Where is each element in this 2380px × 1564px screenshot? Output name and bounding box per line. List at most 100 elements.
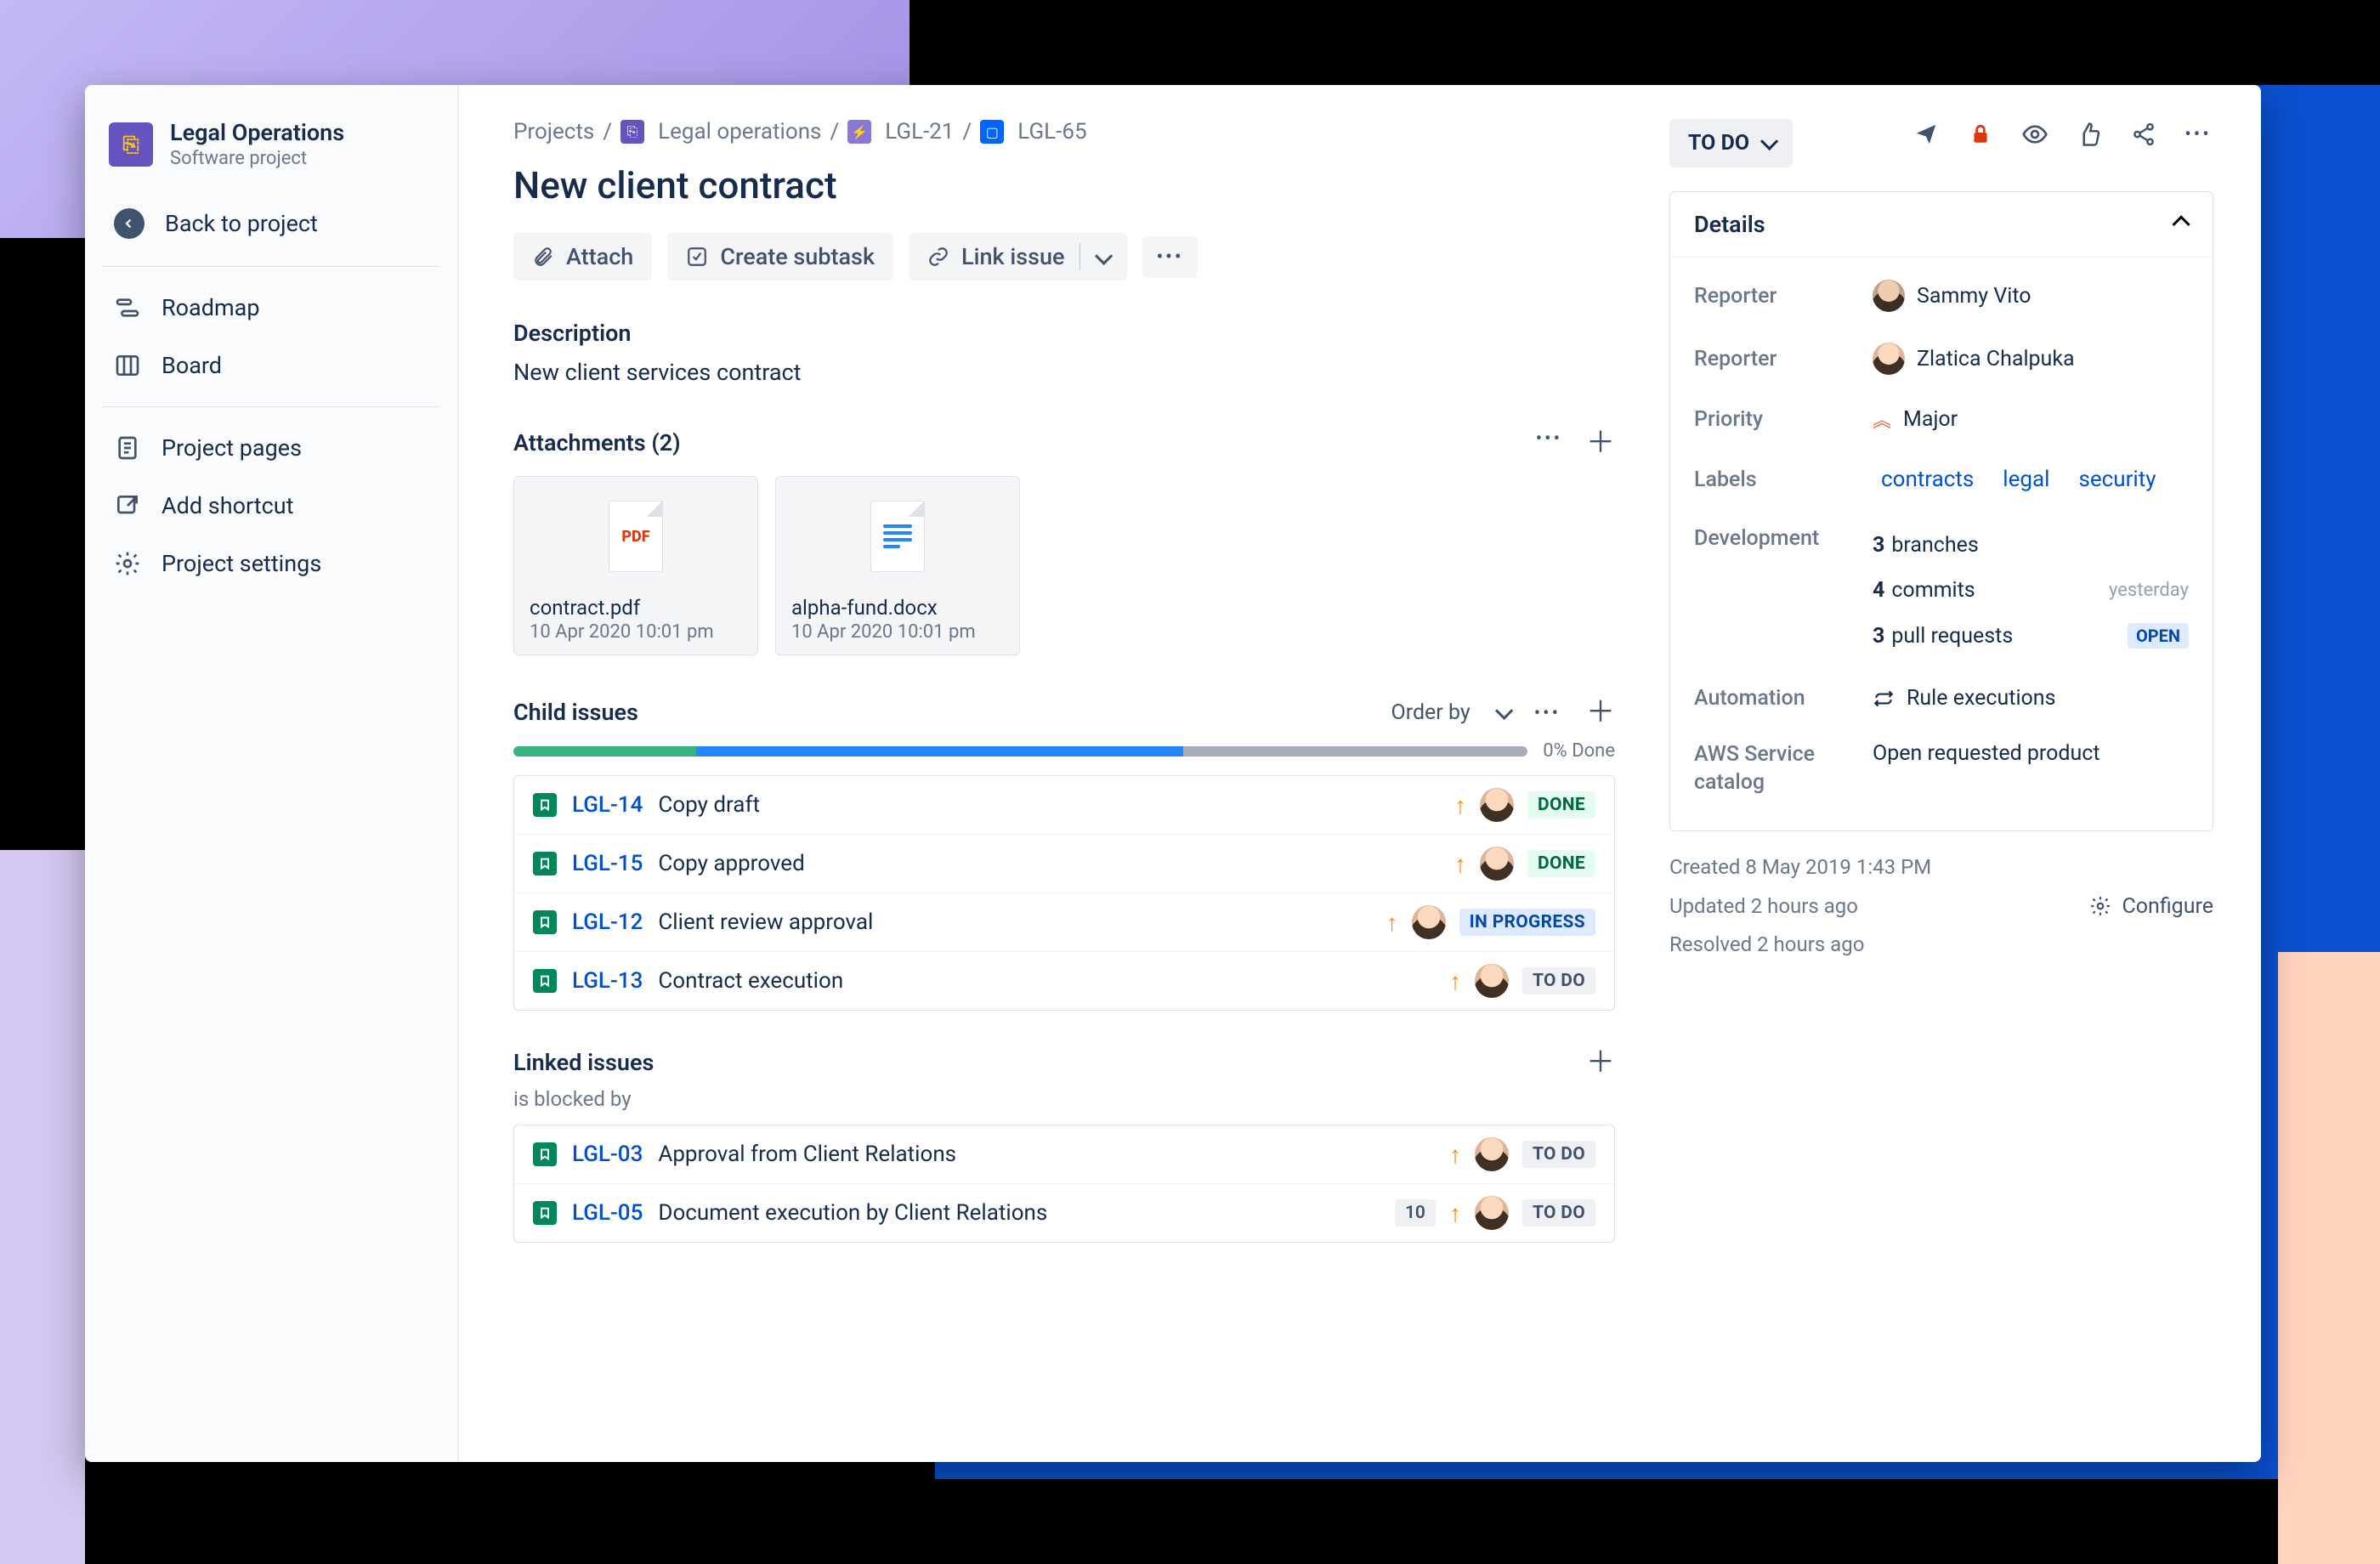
crumb-project[interactable]: Legal operations xyxy=(658,119,821,144)
chevron-down-icon[interactable] xyxy=(1096,243,1108,270)
add-child-icon[interactable]: ＋ xyxy=(1586,698,1615,727)
dev-commits[interactable]: 4commitsyesterday xyxy=(1873,571,2189,609)
attach-button[interactable]: Attach xyxy=(513,233,652,280)
details-panel: Details Reporter Sammy Vito Reporter Zla… xyxy=(1669,191,2213,831)
labels-value[interactable]: contracts legal security xyxy=(1873,463,2189,496)
issue-type-icon xyxy=(533,1201,557,1225)
issue-type-icon xyxy=(533,793,557,817)
assignee-avatar[interactable] xyxy=(1475,1196,1509,1230)
sidebar-item-settings[interactable]: Project settings xyxy=(85,535,457,592)
label-chip[interactable]: legal xyxy=(1994,463,2058,496)
add-attachment-icon[interactable]: ＋ xyxy=(1586,428,1615,457)
chevron-down-icon[interactable] xyxy=(1496,700,1509,725)
gear-icon xyxy=(114,550,141,577)
share-icon[interactable] xyxy=(2128,119,2159,150)
field-label: Automation xyxy=(1694,686,1873,711)
reporter-value[interactable]: Zlatica Chalpuka xyxy=(1873,343,2189,375)
avatar xyxy=(1873,280,1905,312)
create-subtask-button[interactable]: Create subtask xyxy=(667,233,893,280)
issue-type-icon xyxy=(533,1142,557,1166)
sidebar-item-pages[interactable]: Project pages xyxy=(85,419,457,477)
bg-decor xyxy=(2278,952,2380,1564)
sidebar: ⎘ Legal Operations Software project Back… xyxy=(85,85,459,1462)
attachments-more-icon[interactable] xyxy=(1536,428,1562,457)
vote-icon[interactable] xyxy=(2074,119,2105,150)
assignee-avatar[interactable] xyxy=(1480,788,1514,822)
main: Projects / ⎘ Legal operations / ⚡ LGL-21… xyxy=(459,85,2261,1462)
issue-row[interactable]: LGL-15Copy approved↑DONE xyxy=(514,834,1614,892)
chevron-down-icon xyxy=(1761,131,1774,156)
details-header[interactable]: Details xyxy=(1670,192,2213,258)
resolved-date: Resolved 2 hours ago xyxy=(1669,926,1931,965)
status-lozenge[interactable]: DONE xyxy=(1527,791,1595,819)
issue-key[interactable]: LGL-14 xyxy=(572,792,643,818)
automation-value[interactable]: Rule executions xyxy=(1873,686,2189,711)
back-to-project[interactable]: Back to project xyxy=(85,193,457,254)
issue-row[interactable]: LGL-13Contract execution↑TO DO xyxy=(514,951,1614,1010)
issue-row[interactable]: LGL-12Client review approval↑IN PROGRESS xyxy=(514,892,1614,951)
reporter-value[interactable]: Sammy Vito xyxy=(1873,280,2189,312)
attachment-date: 10 Apr 2020 10:01 pm xyxy=(514,620,757,643)
attachment-card[interactable]: PDF contract.pdf 10 Apr 2020 10:01 pm xyxy=(513,476,758,655)
field-label: Priority xyxy=(1694,407,1873,432)
status-lozenge[interactable]: DONE xyxy=(1527,850,1595,877)
issue-key[interactable]: LGL-15 xyxy=(572,851,643,876)
status-dropdown[interactable]: TO DO xyxy=(1669,119,1793,167)
attachment-card[interactable]: alpha-fund.docx 10 Apr 2020 10:01 pm xyxy=(775,476,1020,655)
description-text[interactable]: New client services contract xyxy=(513,359,1615,386)
attachment-date: 10 Apr 2020 10:01 pm xyxy=(776,620,1019,643)
sidebar-item-roadmap[interactable]: Roadmap xyxy=(85,279,457,337)
issue-row[interactable]: LGL-14Copy draft↑DONE xyxy=(514,776,1614,834)
status-lozenge[interactable]: IN PROGRESS xyxy=(1459,909,1595,936)
status-lozenge[interactable]: TO DO xyxy=(1522,967,1595,994)
configure-button[interactable]: Configure xyxy=(2089,848,2213,965)
label-chip[interactable]: contracts xyxy=(1873,463,1982,496)
feedback-icon[interactable] xyxy=(1911,119,1941,150)
crumb-projects[interactable]: Projects xyxy=(513,119,594,144)
issue-key[interactable]: LGL-13 xyxy=(572,968,643,994)
sidebar-item-shortcut[interactable]: Add shortcut xyxy=(85,477,457,535)
lock-icon[interactable] xyxy=(1965,119,1996,150)
child-issues-heading: Child issues xyxy=(513,699,638,726)
add-link-icon[interactable]: ＋ xyxy=(1586,1048,1615,1077)
dev-branches[interactable]: 3branches xyxy=(1873,526,2189,564)
crumb-issue[interactable]: LGL-65 xyxy=(1017,119,1086,144)
status-lozenge[interactable]: TO DO xyxy=(1522,1199,1595,1227)
issue-row[interactable]: LGL-05Document execution by Client Relat… xyxy=(514,1183,1614,1242)
issue-row[interactable]: LGL-03Approval from Client Relations↑TO … xyxy=(514,1125,1614,1183)
description-heading: Description xyxy=(513,320,1615,347)
priority-icon: ↑ xyxy=(1449,1199,1461,1227)
aws-value[interactable]: Open requested product xyxy=(1873,741,2189,766)
breadcrumb: Projects / ⎘ Legal operations / ⚡ LGL-21… xyxy=(513,119,1615,144)
priority-value[interactable]: ︽Major xyxy=(1873,405,2189,433)
project-header[interactable]: ⎘ Legal Operations Software project xyxy=(85,119,457,193)
progress-inprogress xyxy=(696,746,1183,756)
more-actions-button[interactable] xyxy=(1142,236,1197,278)
issue-key[interactable]: LGL-03 xyxy=(572,1142,643,1167)
more-icon[interactable] xyxy=(2183,119,2213,150)
roadmap-icon xyxy=(114,294,141,321)
issue-key[interactable]: LGL-12 xyxy=(572,910,643,935)
automation-icon xyxy=(1873,688,1895,710)
docx-icon xyxy=(870,501,925,572)
issue-type-icon xyxy=(533,910,557,934)
dev-prs[interactable]: 3pull requestsOPEN xyxy=(1873,616,2189,655)
assignee-avatar[interactable] xyxy=(1475,964,1509,998)
field-label: AWS Service catalog xyxy=(1694,741,1873,796)
crumb-epic[interactable]: LGL-21 xyxy=(885,119,954,144)
field-label: Development xyxy=(1694,526,1873,551)
status-lozenge[interactable]: TO DO xyxy=(1522,1141,1595,1168)
watch-icon[interactable] xyxy=(2020,119,2050,150)
issue-title[interactable]: New client contract xyxy=(513,163,1615,207)
assignee-avatar[interactable] xyxy=(1412,905,1446,939)
label-chip[interactable]: security xyxy=(2070,463,2164,496)
child-more-icon[interactable] xyxy=(1534,700,1561,725)
issue-key[interactable]: LGL-05 xyxy=(572,1200,643,1226)
orderby-button[interactable]: Order by xyxy=(1391,700,1470,725)
assignee-avatar[interactable] xyxy=(1480,847,1514,881)
linked-issue-list: LGL-03Approval from Client Relations↑TO … xyxy=(513,1125,1615,1243)
link-issue-button[interactable]: Link issue xyxy=(909,233,1127,280)
assignee-avatar[interactable] xyxy=(1475,1137,1509,1171)
sidebar-item-board[interactable]: Board xyxy=(85,337,457,394)
issue-toolbar: Attach Create subtask Link issue xyxy=(513,233,1615,280)
